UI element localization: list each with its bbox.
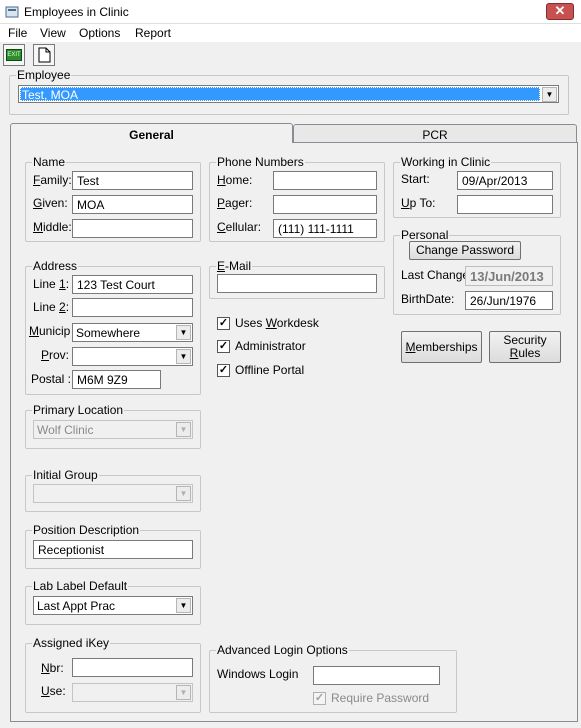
require-password-label: Require Password	[331, 691, 430, 705]
require-password-checkbox: ✓	[313, 692, 326, 705]
security-rules-button[interactable]: Security Rules	[489, 331, 561, 363]
primary-location-select: Wolf Clinic ▼	[33, 420, 193, 439]
upto-label: Up To:	[401, 196, 436, 210]
email-field[interactable]	[217, 274, 377, 293]
menu-view[interactable]: View	[40, 26, 66, 40]
uses-workdesk-label: Uses Workdesk	[235, 316, 319, 330]
pager-field[interactable]	[273, 195, 377, 214]
menu-options[interactable]: Options	[79, 26, 120, 40]
prov-label: Prov:	[41, 348, 70, 362]
chevron-down-icon: ▼	[176, 685, 191, 700]
new-document-button[interactable]	[33, 44, 55, 66]
lab-label-legend: Lab Label Default	[33, 579, 128, 593]
position-description-field[interactable]: Receptionist	[33, 540, 193, 559]
close-button[interactable]: ✕	[546, 3, 574, 20]
given-field[interactable]: MOA	[72, 195, 193, 214]
pager-label: Pager:	[217, 196, 253, 210]
administrator-label: Administrator	[235, 339, 306, 353]
phone-legend: Phone Numbers	[217, 155, 304, 169]
family-label: Family:	[33, 173, 72, 187]
chevron-down-icon[interactable]: ▼	[176, 325, 191, 340]
windows-login-field[interactable]	[313, 666, 440, 685]
employee-value: Test, MOA	[22, 88, 79, 102]
uses-workdesk-checkbox[interactable]: ✓	[217, 317, 230, 330]
line2-label: Line 2:	[33, 300, 70, 314]
municip-select[interactable]: Somewhere ▼	[72, 323, 193, 342]
ikey-use-select: ▼	[72, 683, 193, 702]
offline-portal-checkbox[interactable]: ✓	[217, 364, 230, 377]
offline-portal-label: Offline Portal	[235, 363, 305, 377]
postal-label: Postal :	[31, 372, 72, 386]
initial-group-select: ▼	[33, 484, 193, 503]
change-password-button[interactable]: Change Password	[409, 241, 521, 260]
upto-date-field[interactable]	[457, 195, 553, 214]
title-bar: Employees in Clinic ✕	[0, 0, 581, 24]
line1-field[interactable]: 123 Test Court	[72, 275, 193, 294]
exit-icon: EXIT	[6, 49, 22, 61]
memberships-button[interactable]: Memberships	[401, 331, 482, 363]
postal-field[interactable]: M6M 9Z9	[72, 370, 161, 389]
home-label: Home:	[217, 173, 253, 187]
ikey-legend: Assigned iKey	[33, 636, 110, 650]
tab-pcr[interactable]: PCR	[293, 124, 577, 142]
email-legend: E-Mail	[217, 259, 252, 273]
municip-value: Somewhere	[76, 326, 141, 340]
start-label: Start:	[401, 172, 430, 186]
chevron-down-icon: ▼	[176, 486, 191, 501]
name-legend: Name	[33, 155, 66, 169]
windows-login-label: Windows Login	[217, 667, 299, 681]
administrator-checkbox[interactable]: ✓	[217, 340, 230, 353]
birthdate-label: BirthDate:	[401, 292, 455, 306]
primary-location-value: Wolf Clinic	[37, 423, 94, 437]
nbr-label: Nbr:	[41, 661, 64, 675]
working-legend: Working in Clinic	[401, 155, 491, 169]
line1-label: Line 1:	[33, 277, 70, 291]
line2-field[interactable]	[72, 298, 193, 317]
window-title: Employees in Clinic	[24, 5, 129, 19]
advanced-login-legend: Advanced Login Options	[217, 643, 348, 657]
personal-legend: Personal	[401, 228, 449, 242]
cellular-label: Cellular:	[217, 220, 262, 234]
menu-bar: File View Options Report	[0, 24, 581, 42]
menu-report[interactable]: Report	[135, 26, 171, 40]
lab-label-value: Last Appt Prac	[37, 599, 116, 613]
new-document-icon	[38, 47, 51, 63]
initial-group-legend: Initial Group	[33, 468, 98, 482]
employee-select[interactable]: Test, MOA ▼	[18, 85, 559, 103]
use-label: Use:	[41, 684, 66, 698]
home-phone-field[interactable]	[273, 171, 377, 190]
chevron-down-icon[interactable]: ▼	[176, 349, 191, 364]
start-date-field[interactable]: 09/Apr/2013	[457, 171, 553, 190]
family-field[interactable]: Test	[72, 171, 193, 190]
chevron-down-icon[interactable]: ▼	[176, 598, 191, 613]
tab-general[interactable]: General	[10, 123, 293, 143]
primary-location-legend: Primary Location	[33, 403, 124, 417]
middle-field[interactable]	[72, 219, 193, 238]
exit-button[interactable]: EXIT	[3, 44, 25, 66]
app-icon	[5, 6, 19, 18]
security-rules-label-2: Rules	[509, 346, 541, 360]
last-change-field: 13/Jun/2013	[465, 266, 553, 286]
chevron-down-icon: ▼	[176, 422, 191, 437]
address-legend: Address	[33, 259, 78, 273]
lab-label-select[interactable]: Last Appt Prac ▼	[33, 596, 193, 615]
position-description-legend: Position Description	[33, 523, 140, 537]
cellular-field[interactable]: (111) 111-1111	[273, 219, 377, 238]
menu-file[interactable]: File	[8, 26, 27, 40]
ikey-nbr-field[interactable]	[72, 658, 193, 677]
employee-legend: Employee	[17, 68, 71, 82]
prov-select[interactable]: ▼	[72, 347, 193, 366]
middle-label: Middle:	[33, 220, 72, 234]
last-change-label: Last Change	[401, 268, 470, 282]
given-label: Given:	[33, 196, 68, 210]
birthdate-field[interactable]: 26/Jun/1976	[465, 291, 553, 310]
chevron-down-icon[interactable]: ▼	[542, 87, 557, 102]
municip-label: Municip	[29, 324, 71, 338]
